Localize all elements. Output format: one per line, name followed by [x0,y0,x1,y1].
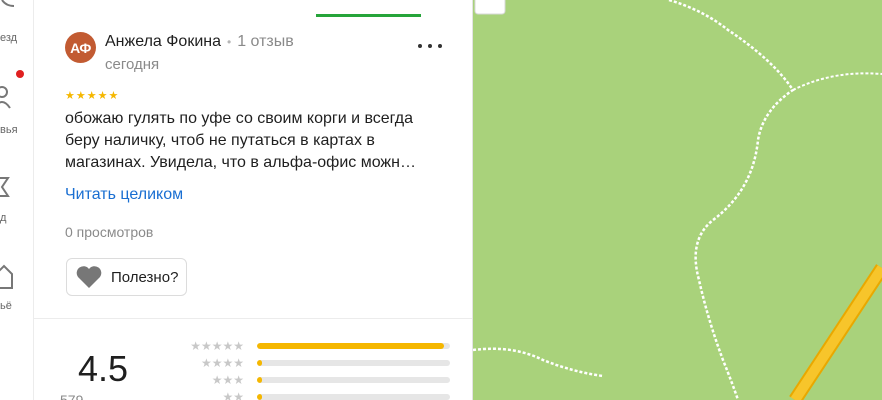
review-text-line: магазинах. Увидела, что в альфа-офис мож… [65,154,416,171]
distribution-bar-fill [257,377,262,383]
rail-item-label: вья [0,124,18,136]
star-icon: ★ [75,89,86,102]
distribution-bar-track [257,343,450,349]
reviews-panel: АФ Анжела Фокина • 1 отзыв сегодня ★ ★ ★… [34,0,473,400]
star-icon: ★ [65,89,75,102]
author-review-count: 1 отзыв [237,33,294,50]
rating-value: 4.5 [78,348,129,389]
rating-distribution-row: ★★ [172,390,452,400]
read-more-link[interactable]: Читать целиком [65,186,183,204]
distribution-bar-track [257,360,450,366]
distribution-stars: ★★★ [211,373,244,387]
notification-dot [16,70,24,78]
rating-distribution-row: ★★★ [172,373,452,389]
review-text-line: беру наличку, чтоб не путаться в картах … [65,132,375,149]
distribution-bar-track [257,394,450,400]
distribution-bar-track [257,377,450,383]
rating-distribution-row: ★★★★★ [172,339,452,355]
more-options-button[interactable] [418,38,442,54]
dot-icon [428,44,432,48]
star-icon: ★ [86,89,97,102]
useful-button[interactable]: Полезно? [66,258,188,296]
map-canvas [473,0,882,400]
rail-item-label: ьё [0,300,12,312]
dot-icon [418,44,422,48]
review-date: сегодня [105,56,160,73]
author-name[interactable]: Анжела Фокина [105,33,221,51]
rating-distribution-row: ★★★★ [172,356,452,372]
review-stars: ★ ★ ★ ★ ★ [65,90,118,101]
active-tab-indicator [316,14,421,17]
hourglass-icon [0,177,10,197]
review-text: обожаю гулять по уфе со своим корги и вс… [65,108,460,174]
heart-icon [76,266,102,288]
review-author: Анжела Фокина • 1 отзыв [105,33,294,51]
distribution-bar-fill [257,360,262,366]
rating-count: 579 [60,392,84,400]
left-rail: езд вья д ьё [0,0,34,400]
person-icon [0,86,11,109]
avatar[interactable]: АФ [65,32,96,63]
useful-label: Полезно? [111,268,179,286]
star-icon: ★ [97,89,108,102]
distribution-stars: ★★★★★ [190,339,244,353]
house-icon [0,264,13,289]
distribution-stars: ★★ [222,390,244,400]
car-icon [1,0,15,7]
author-separator: • [227,35,232,49]
map[interactable] [473,0,882,400]
rail-item-label: д [0,212,7,224]
distribution-bar-fill [257,343,445,349]
star-icon: ★ [108,89,119,102]
rail-item-label: езд [0,32,18,44]
dot-icon [438,44,442,48]
section-divider [34,318,472,319]
distribution-stars: ★★★★ [200,356,244,370]
distribution-bar-fill [257,394,262,400]
review-text-line: обожаю гулять по уфе со своим корги и вс… [65,110,414,127]
views-count: 0 просмотров [65,224,154,240]
